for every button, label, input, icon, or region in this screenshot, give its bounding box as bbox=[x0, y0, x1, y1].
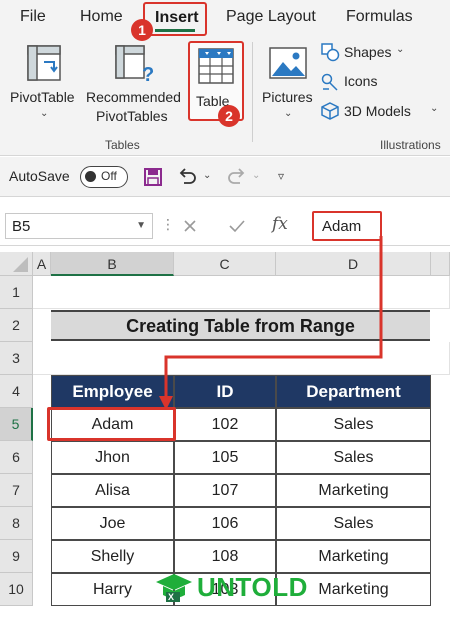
row-header[interactable]: 8 bbox=[0, 507, 33, 540]
row-header[interactable]: 4 bbox=[0, 375, 33, 408]
worksheet-grid: A B C D 1 2 3 4 5 6 7 8 9 10 Creating Ta… bbox=[0, 252, 450, 622]
row-header[interactable]: 7 bbox=[0, 474, 33, 507]
insert-function-button[interactable]: fx bbox=[272, 214, 288, 234]
chevron-down-icon[interactable]: ⌄ bbox=[396, 44, 404, 55]
tab-formulas[interactable]: Formulas bbox=[346, 8, 413, 26]
table-icon bbox=[198, 48, 234, 84]
table-header-department[interactable]: Department bbox=[276, 375, 431, 408]
group-label-illustrations: Illustrations bbox=[380, 138, 441, 152]
row-header[interactable]: 9 bbox=[0, 540, 33, 573]
table-cell[interactable]: Shelly bbox=[51, 540, 174, 573]
save-icon[interactable] bbox=[143, 167, 163, 187]
icons-icon[interactable] bbox=[320, 72, 340, 92]
group-label-tables: Tables bbox=[105, 138, 140, 152]
table-cell[interactable]: Jhon bbox=[51, 441, 174, 474]
chevron-down-icon[interactable]: ⌄ bbox=[40, 108, 48, 119]
row-header[interactable]: 10 bbox=[0, 573, 33, 606]
recommended-pivottables-label-1[interactable]: Recommended bbox=[86, 89, 181, 105]
autosave-toggle[interactable]: Off bbox=[80, 166, 128, 188]
tab-home[interactable]: Home bbox=[80, 8, 123, 26]
table-cell[interactable]: Sales bbox=[276, 408, 431, 441]
ribbon-tab-bar: File Home Insert Page Layout Formulas bbox=[0, 0, 450, 36]
column-header-d[interactable]: D bbox=[276, 252, 431, 276]
table-cell[interactable]: Alisa bbox=[51, 474, 174, 507]
customize-toolbar-icon[interactable]: ▿ bbox=[278, 169, 284, 183]
svg-text:X: X bbox=[168, 592, 174, 602]
empty-row[interactable] bbox=[33, 276, 450, 309]
name-box-value: B5 bbox=[12, 218, 31, 235]
tab-page-layout[interactable]: Page Layout bbox=[226, 8, 316, 26]
toggle-knob bbox=[85, 171, 96, 182]
cancel-icon[interactable] bbox=[182, 218, 198, 234]
name-box[interactable]: B5 ▼ bbox=[5, 213, 153, 239]
recommended-pivottables-icon[interactable]: ? bbox=[114, 44, 154, 84]
select-all-corner[interactable] bbox=[0, 252, 33, 276]
formula-bar-grip-icon: ⋮ bbox=[161, 216, 175, 232]
pivottable-label[interactable]: PivotTable bbox=[10, 89, 75, 105]
pictures-icon[interactable] bbox=[268, 46, 308, 82]
graduation-cap-icon: X bbox=[156, 574, 192, 602]
shapes-label[interactable]: Shapes bbox=[344, 44, 391, 60]
icons-label[interactable]: Icons bbox=[344, 73, 377, 89]
step-badge-1: 1 bbox=[131, 19, 153, 41]
3d-models-label[interactable]: 3D Models bbox=[344, 103, 411, 119]
empty-row[interactable] bbox=[33, 342, 450, 375]
chevron-down-icon[interactable]: ▼ bbox=[136, 220, 146, 231]
formula-value: Adam bbox=[322, 218, 362, 235]
chevron-down-icon[interactable]: ⌄ bbox=[203, 170, 211, 181]
active-cell-highlight bbox=[47, 407, 176, 441]
redo-icon[interactable] bbox=[226, 167, 248, 187]
row-header[interactable]: 1 bbox=[0, 276, 33, 309]
formula-bar: B5 ▼ ⋮ fx Adam bbox=[0, 206, 450, 246]
tab-file[interactable]: File bbox=[20, 8, 46, 26]
watermark-logo: X UNTOLD bbox=[152, 570, 307, 606]
chevron-down-icon[interactable]: ⌄ bbox=[430, 103, 438, 114]
table-cell[interactable]: Sales bbox=[276, 507, 431, 540]
chevron-down-icon[interactable]: ⌄ bbox=[252, 170, 260, 181]
tab-active-indicator bbox=[155, 29, 195, 32]
sheet-title[interactable]: Creating Table from Range bbox=[51, 310, 430, 341]
3d-models-icon[interactable] bbox=[320, 101, 340, 121]
shapes-icon[interactable] bbox=[320, 42, 340, 62]
column-header-e[interactable] bbox=[431, 252, 450, 276]
table-cell[interactable]: 107 bbox=[174, 474, 276, 507]
formula-input[interactable]: Adam bbox=[312, 211, 382, 241]
undo-icon[interactable] bbox=[176, 167, 198, 187]
pictures-label[interactable]: Pictures bbox=[262, 89, 313, 105]
table-cell[interactable]: 102 bbox=[174, 408, 276, 441]
table-cell[interactable]: 106 bbox=[174, 507, 276, 540]
column-header-a[interactable]: A bbox=[33, 252, 51, 276]
recommended-pivottables-label-2[interactable]: PivotTables bbox=[96, 108, 168, 124]
table-cell[interactable]: 108 bbox=[174, 540, 276, 573]
column-header-b[interactable]: B bbox=[51, 252, 174, 276]
enter-check-icon[interactable] bbox=[228, 218, 246, 234]
quick-access-toolbar: AutoSave Off ⌄ ⌄ ▿ bbox=[0, 157, 450, 197]
column-header-c[interactable]: C bbox=[174, 252, 276, 276]
table-header-id[interactable]: ID bbox=[174, 375, 276, 408]
step-badge-2: 2 bbox=[218, 105, 240, 127]
row-header[interactable]: 3 bbox=[0, 342, 33, 375]
pivottable-icon[interactable] bbox=[26, 44, 62, 82]
table-cell[interactable]: Sales bbox=[276, 441, 431, 474]
table-header-employee[interactable]: Employee bbox=[51, 375, 174, 408]
row-header[interactable]: 2 bbox=[0, 309, 33, 342]
table-cell[interactable]: Joe bbox=[51, 507, 174, 540]
row-header[interactable]: 5 bbox=[0, 408, 33, 441]
svg-text:?: ? bbox=[142, 64, 154, 84]
table-cell[interactable]: Marketing bbox=[276, 474, 431, 507]
row-header[interactable]: 6 bbox=[0, 441, 33, 474]
autosave-state: Off bbox=[101, 169, 117, 183]
ribbon-insert-panel: PivotTable ⌄ ? Recommended PivotTables T… bbox=[0, 36, 450, 156]
autosave-label: AutoSave bbox=[9, 168, 70, 184]
tab-insert-label: Insert bbox=[155, 9, 199, 26]
chevron-down-icon[interactable]: ⌄ bbox=[284, 108, 292, 119]
table-cell[interactable]: 105 bbox=[174, 441, 276, 474]
table-cell[interactable]: Marketing bbox=[276, 540, 431, 573]
group-divider bbox=[252, 42, 253, 142]
watermark-text: UNTOLD bbox=[197, 572, 308, 602]
